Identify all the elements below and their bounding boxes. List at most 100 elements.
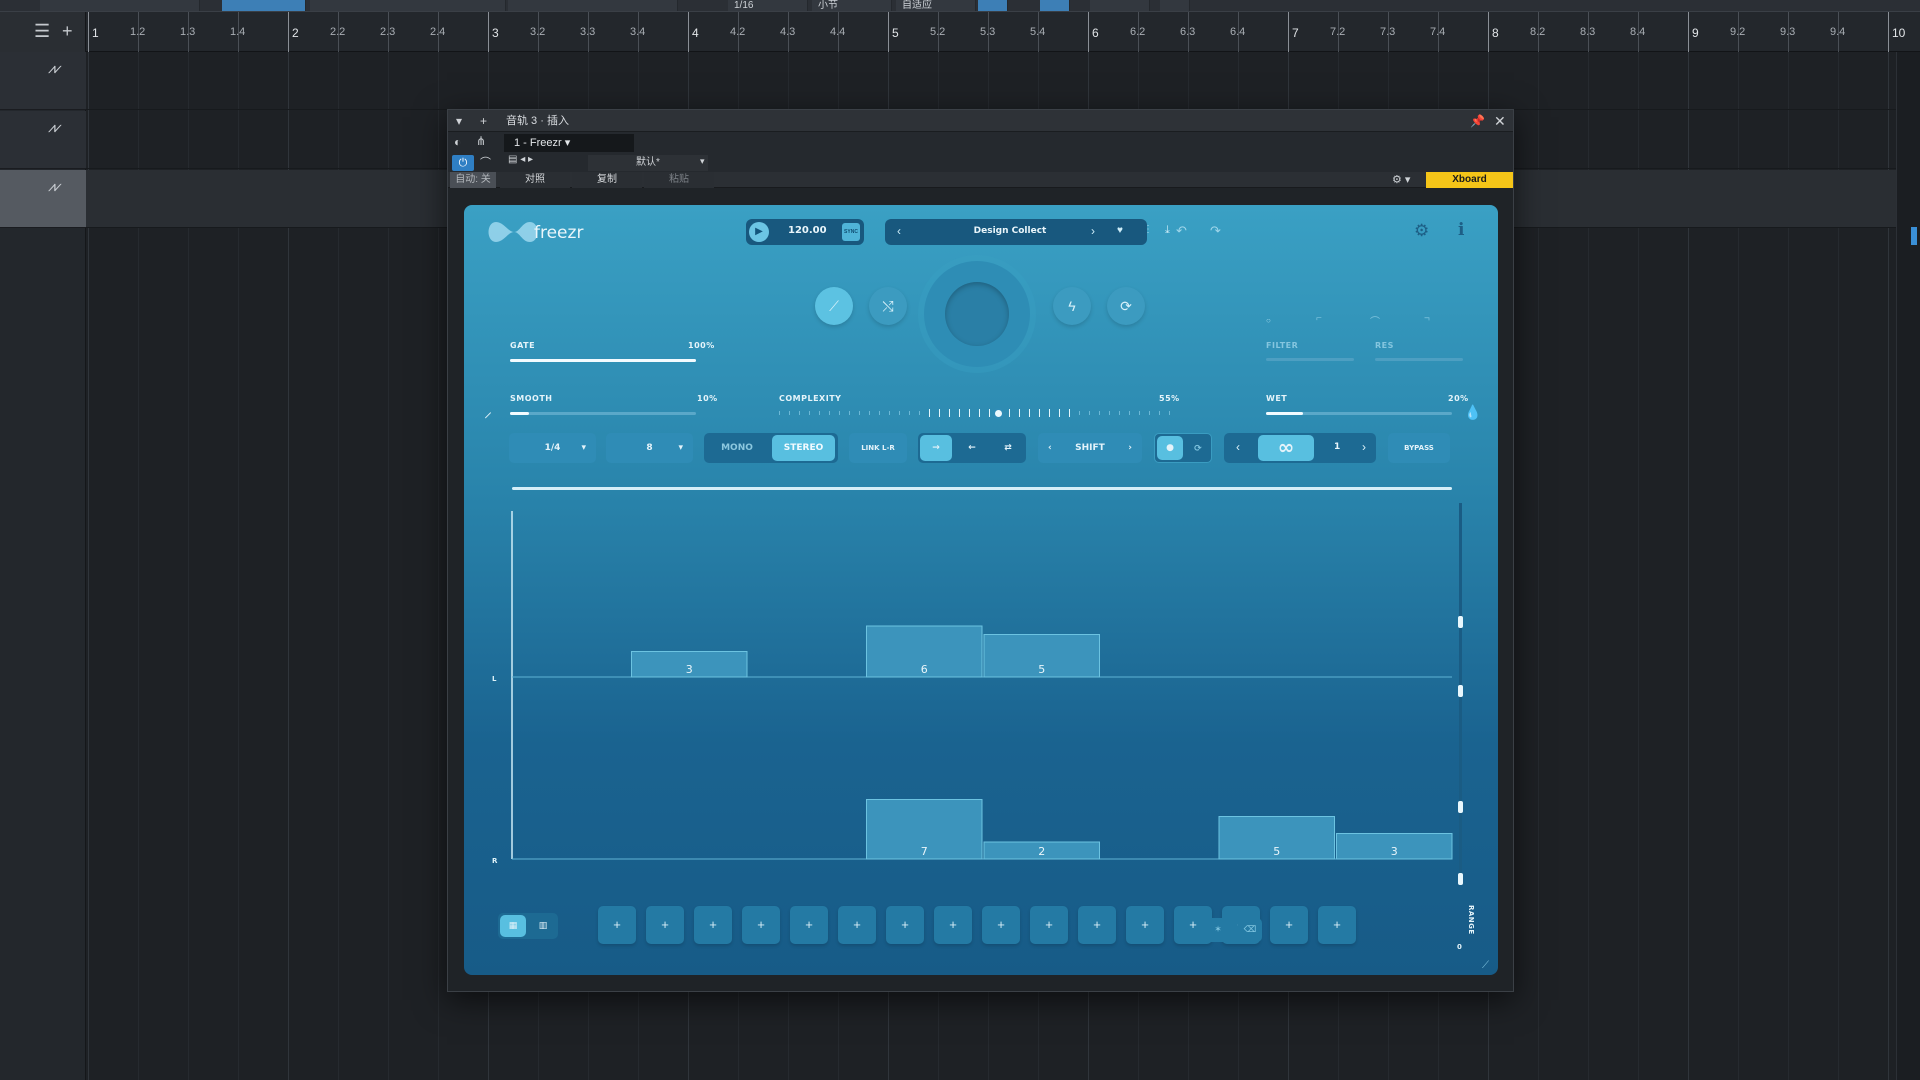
step-button[interactable]: +: [694, 906, 732, 944]
steps-select[interactable]: 8 ▾: [606, 433, 693, 463]
more-icon[interactable]: ⋮: [1143, 224, 1153, 235]
preset-list-icon[interactable]: ▤ ◂ ▸: [508, 154, 533, 165]
step-button[interactable]: +: [886, 906, 924, 944]
complexity-thumb[interactable]: [993, 408, 1004, 419]
main-knob[interactable]: [945, 282, 1009, 346]
sync-button[interactable]: SYNC: [842, 223, 860, 241]
heart-icon[interactable]: ♥: [1117, 225, 1123, 236]
step-button[interactable]: +: [1030, 906, 1068, 944]
res-slider[interactable]: [1375, 358, 1463, 361]
plugin-power-button[interactable]: ⏻: [452, 155, 474, 171]
xboard-button[interactable]: Xboard: [1426, 172, 1513, 188]
complexity-slider[interactable]: [779, 408, 1179, 418]
view-toggle[interactable]: [1160, 0, 1190, 11]
right-scroll-edge[interactable]: [1896, 52, 1920, 1080]
tempo-display[interactable]: 120.00: [788, 225, 827, 236]
step-button[interactable]: +: [934, 906, 972, 944]
power-circle-icon[interactable]: ◐: [454, 135, 461, 149]
copy-button[interactable]: 复制: [572, 172, 642, 188]
plugin-title-bar[interactable]: ▾ + 音轨 3 · 插入 📌 ✕: [448, 110, 1513, 132]
settings-icon[interactable]: ⚙: [1414, 221, 1429, 241]
chevron-right-icon[interactable]: ›: [1091, 224, 1095, 238]
reverse-icon[interactable]: ←: [956, 433, 988, 463]
freezr-preset-name[interactable]: Design Collect: [955, 226, 1065, 236]
add-insert-icon[interactable]: +: [480, 110, 487, 132]
track-header-1[interactable]: ⩘⩗: [0, 52, 86, 110]
step-button[interactable]: +: [598, 906, 636, 944]
magic-wand-icon[interactable]: ✶: [1206, 918, 1230, 942]
snap-select[interactable]: 自适应: [896, 0, 976, 11]
bolt-icon[interactable]: ϟ: [1053, 287, 1091, 325]
follow-toggle[interactable]: [1040, 0, 1070, 11]
snap-toggle[interactable]: [978, 0, 1008, 11]
cycle-icon[interactable]: ⟳: [1107, 287, 1145, 325]
step-button[interactable]: +: [1078, 906, 1116, 944]
grid-view-icon[interactable]: ▦: [500, 915, 526, 937]
step-button[interactable]: +: [790, 906, 828, 944]
filter-off-icon[interactable]: ○: [1266, 316, 1271, 325]
link-lr-button[interactable]: LINK L-R: [849, 433, 907, 463]
pin-icon[interactable]: 📌: [1470, 110, 1485, 132]
random-button[interactable]: ⟋: [815, 287, 853, 325]
menu-icon[interactable]: ☰: [34, 22, 50, 40]
bypass-button[interactable]: BYPASS: [1388, 433, 1450, 463]
compare-button[interactable]: 对照: [500, 172, 570, 188]
filter-slider[interactable]: [1266, 358, 1354, 361]
gate-slider[interactable]: [510, 359, 696, 362]
range-handle-upper[interactable]: [1458, 616, 1463, 628]
chevron-right-icon[interactable]: ›: [1128, 433, 1132, 463]
track-header-3[interactable]: ⩘⩗: [0, 170, 86, 228]
shift-control[interactable]: ‹ SHIFT ›: [1038, 433, 1142, 463]
grid-select[interactable]: 1/16: [728, 0, 808, 11]
preset-select[interactable]: 默认*: [588, 155, 708, 171]
record-dot-icon[interactable]: ●: [1157, 436, 1183, 460]
infinity-loop-icon[interactable]: ∞: [1258, 435, 1314, 461]
automation-toggle[interactable]: 自动: 关: [450, 172, 496, 188]
step-button[interactable]: +: [1126, 906, 1164, 944]
chevron-left-icon[interactable]: ‹: [1236, 440, 1240, 454]
play-icon[interactable]: ▶: [749, 222, 769, 242]
add-track-icon[interactable]: +: [62, 22, 73, 40]
track-lane-1[interactable]: [86, 52, 1920, 110]
step-button[interactable]: +: [838, 906, 876, 944]
transport-tools[interactable]: [310, 0, 506, 11]
edit-tools[interactable]: [508, 0, 678, 11]
redo-icon[interactable]: ↷: [1210, 223, 1221, 239]
plugin-slot-select[interactable]: 1 - Freezr ▾: [504, 134, 634, 152]
routing-icon[interactable]: ⋔: [476, 134, 486, 148]
scroll-marker[interactable]: [1911, 227, 1917, 245]
clear-icon[interactable]: ⌫: [1238, 918, 1262, 942]
sidechain-icon[interactable]: ⌒: [480, 154, 491, 170]
range-handle-l[interactable]: [1458, 685, 1463, 697]
lowpass-icon[interactable]: ⌐: [1316, 313, 1322, 324]
step-button[interactable]: +: [742, 906, 780, 944]
piano-view-icon[interactable]: ▥: [530, 913, 556, 939]
paste-button[interactable]: 粘贴: [644, 172, 714, 188]
chevron-left-icon[interactable]: ‹: [897, 224, 901, 238]
range-handle-lower[interactable]: [1458, 873, 1463, 885]
smooth-slider[interactable]: [510, 412, 696, 415]
highpass-icon[interactable]: ¬: [1424, 313, 1430, 324]
info-icon[interactable]: i: [1458, 220, 1464, 240]
step-button[interactable]: +: [982, 906, 1020, 944]
gear-icon[interactable]: ⚙ ▾: [1392, 172, 1410, 188]
rate-select[interactable]: 1/4 ▾: [509, 433, 596, 463]
mixer-toggle[interactable]: [1090, 0, 1150, 11]
mono-button[interactable]: MONO: [704, 433, 770, 463]
undo-icon[interactable]: ↶: [1176, 223, 1187, 239]
tool-select[interactable]: [222, 0, 306, 11]
chevron-right-icon[interactable]: ›: [1362, 440, 1366, 454]
close-icon[interactable]: ✕: [1494, 110, 1506, 132]
toolbar-segment[interactable]: [40, 0, 200, 11]
step-sequencer[interactable]: L R 3 6 5 7 2 5 3: [484, 497, 1484, 897]
step-button[interactable]: +: [1318, 906, 1356, 944]
step-button[interactable]: +: [1270, 906, 1308, 944]
chevron-left-icon[interactable]: ‹: [1048, 433, 1052, 463]
forward-icon[interactable]: →: [920, 435, 952, 461]
range-handle-r[interactable]: [1458, 801, 1463, 813]
resize-handle-icon[interactable]: ⟋: [1482, 960, 1489, 971]
bandpass-icon[interactable]: ⌒: [1370, 313, 1380, 328]
collapse-icon[interactable]: ▾: [456, 110, 462, 132]
step-button[interactable]: +: [646, 906, 684, 944]
wet-slider[interactable]: [1266, 412, 1452, 415]
